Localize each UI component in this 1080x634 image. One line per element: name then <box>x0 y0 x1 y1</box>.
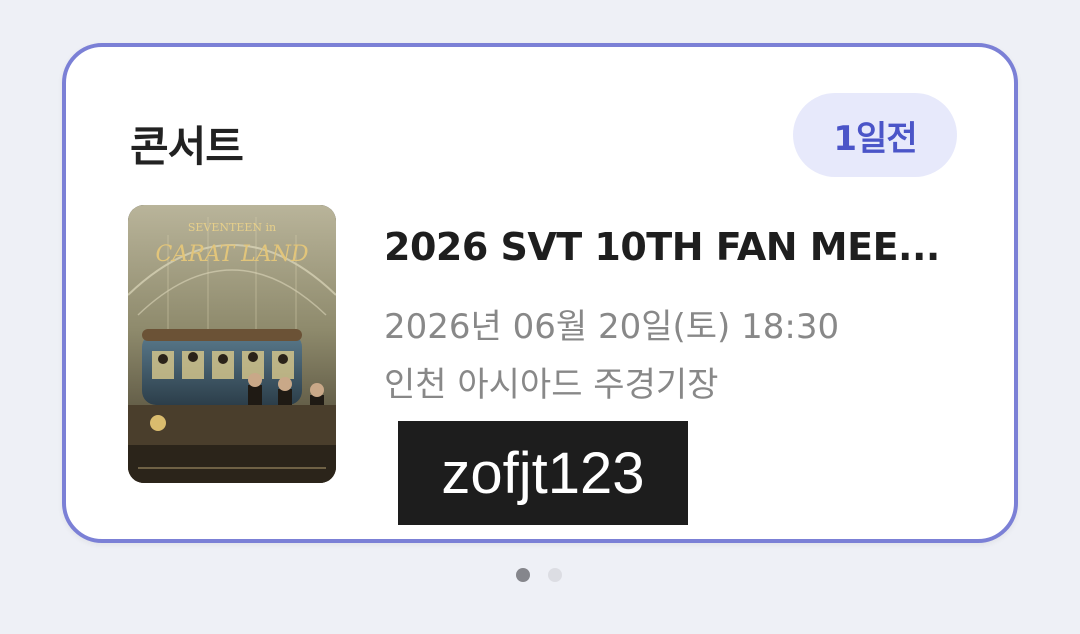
event-venue: 인천 아시아드 주경기장 <box>384 365 719 405</box>
pagination-dot-2[interactable] <box>548 568 562 582</box>
poster-subtitle: SEVENTEEN in <box>188 221 276 234</box>
event-datetime: 2026년 06월 20일(토) 18:30 <box>384 307 840 347</box>
event-card[interactable]: 콘서트 1일전 SEVENTEEN in CARAT LAND 2026 SVT… <box>62 43 1018 543</box>
watermark-label: zofjt123 <box>398 421 688 525</box>
category-label: 콘서트 <box>130 122 244 171</box>
pagination-dots <box>516 568 562 582</box>
poster-title: CARAT LAND <box>155 242 308 267</box>
days-left-badge: 1일전 <box>793 93 957 177</box>
event-poster-image[interactable]: SEVENTEEN in CARAT LAND <box>128 205 336 483</box>
pagination-dot-1[interactable] <box>516 568 530 582</box>
event-title: 2026 SVT 10TH FAN MEE... <box>384 225 940 269</box>
